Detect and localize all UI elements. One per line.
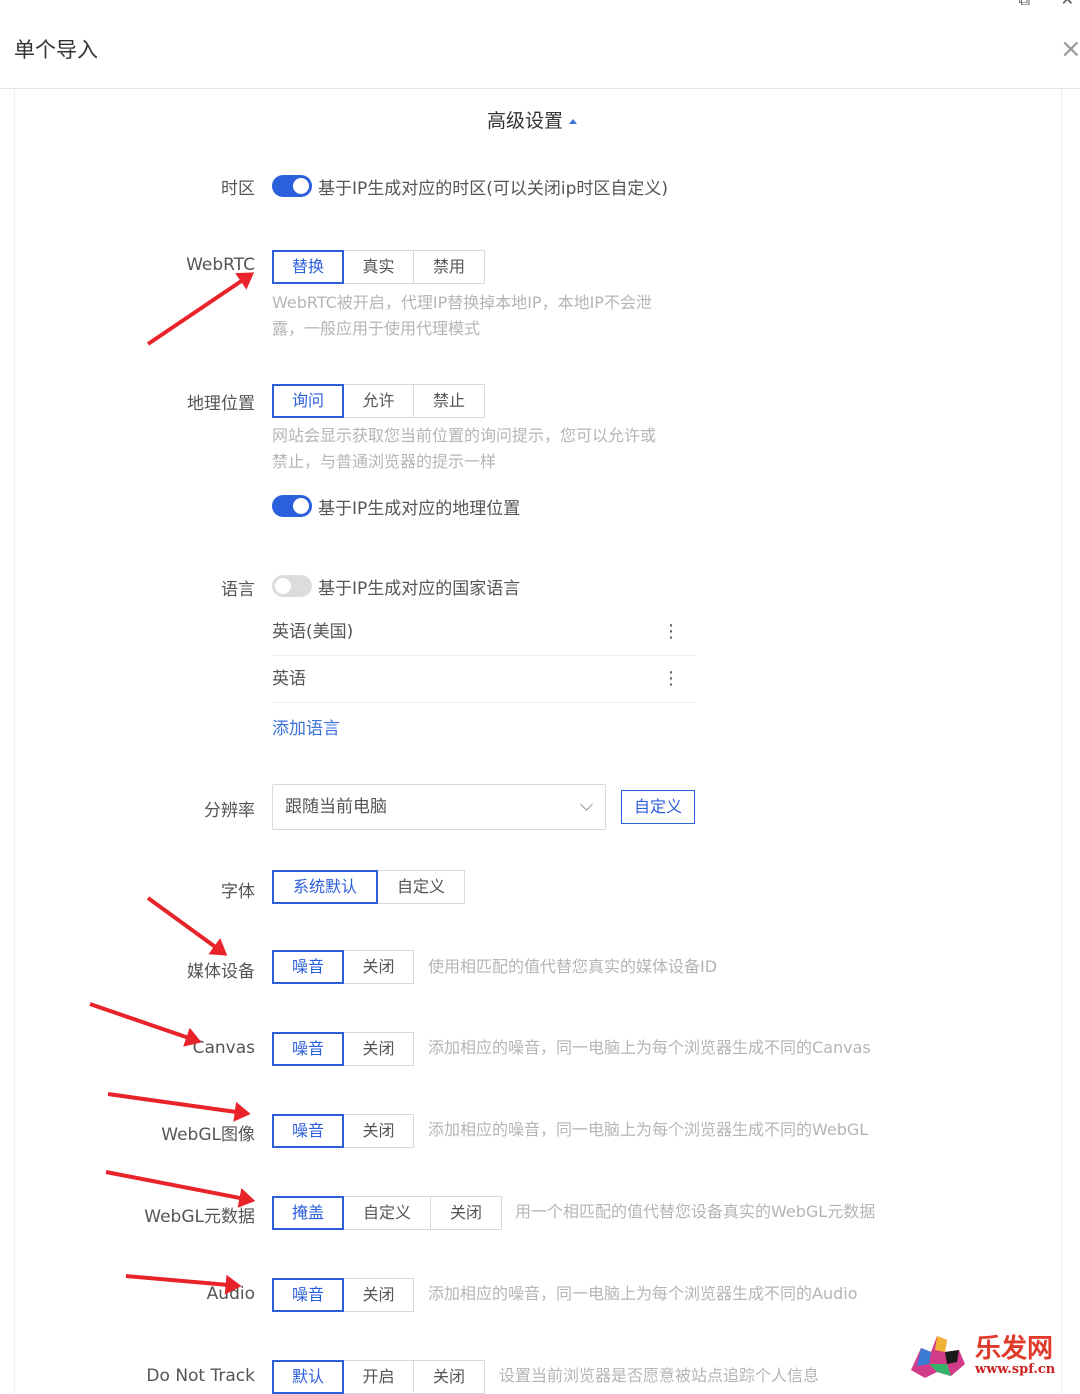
dnt-hint: 设置当前浏览器是否愿意被站点追踪个人信息 bbox=[499, 1366, 820, 1385]
add-language-link[interactable]: 添加语言 bbox=[272, 714, 340, 739]
window-controls: ⧉ ✕ bbox=[1019, 0, 1074, 10]
resolution-label: 分辨率 bbox=[204, 801, 255, 821]
audio-option-noise[interactable]: 噪音 bbox=[272, 1278, 344, 1312]
language-item-label: 英语 bbox=[272, 669, 306, 689]
toggle-knob bbox=[293, 498, 309, 514]
geo-option-ask[interactable]: 询问 bbox=[272, 384, 344, 418]
watermark: 乐发网 www.spf.cn bbox=[855, 1322, 1075, 1390]
close-icon[interactable]: × bbox=[1060, 36, 1080, 62]
window-close-icon[interactable]: ✕ bbox=[1061, 0, 1074, 9]
webgl-image-option-noise[interactable]: 噪音 bbox=[272, 1114, 344, 1148]
resolution-custom-button[interactable]: 自定义 bbox=[621, 790, 695, 824]
language-item[interactable]: 英语(美国) ⋮ bbox=[272, 609, 696, 656]
horse-logo-icon bbox=[911, 1336, 965, 1378]
resolution-select-value: 跟随当前电脑 bbox=[285, 797, 387, 817]
geo-hint-line2: 禁止，与普通浏览器的提示一样 bbox=[272, 452, 497, 471]
dialog-header: ⧉ ✕ 单个导入 × bbox=[0, 0, 1080, 89]
watermark-brand: 乐发网 bbox=[975, 1334, 1054, 1364]
font-segmented: 系统默认 自定义 bbox=[272, 870, 465, 904]
webrtc-option-disable[interactable]: 禁用 bbox=[414, 250, 485, 284]
geo-segmented: 询问 允许 禁止 bbox=[272, 384, 485, 418]
dnt-segmented: 默认 开启 关闭 bbox=[272, 1360, 485, 1394]
font-option-custom[interactable]: 自定义 bbox=[378, 870, 465, 904]
webgl-meta-option-off[interactable]: 关闭 bbox=[431, 1196, 502, 1230]
canvas-segmented: 噪音 关闭 bbox=[272, 1032, 414, 1066]
media-option-noise[interactable]: 噪音 bbox=[272, 950, 344, 984]
webgl-meta-option-custom[interactable]: 自定义 bbox=[344, 1196, 431, 1230]
webrtc-hint: WebRTC被开启，代理IP替换掉本地IP，本地IP不会泄 露，一般应用于使用代… bbox=[272, 290, 652, 342]
resolution-select[interactable]: 跟随当前电脑 bbox=[272, 784, 606, 830]
timezone-toggle[interactable] bbox=[272, 175, 312, 197]
dnt-option-on[interactable]: 开启 bbox=[344, 1360, 414, 1394]
watermark-url: www.spf.cn bbox=[975, 1362, 1056, 1377]
audio-hint: 添加相应的噪音，同一电脑上为每个浏览器生成不同的Audio bbox=[428, 1284, 858, 1303]
geo-hint-line1: 网站会显示获取您当前位置的询问提示，您可以允许或 bbox=[272, 426, 657, 445]
dnt-label: Do Not Track bbox=[146, 1366, 255, 1386]
canvas-option-noise[interactable]: 噪音 bbox=[272, 1032, 344, 1066]
webgl-image-option-off[interactable]: 关闭 bbox=[344, 1114, 414, 1148]
webgl-image-hint: 添加相应的噪音，同一电脑上为每个浏览器生成不同的WebGL bbox=[428, 1120, 869, 1139]
restore-icon[interactable]: ⧉ bbox=[1019, 0, 1030, 9]
toggle-knob bbox=[275, 578, 291, 594]
audio-option-off[interactable]: 关闭 bbox=[344, 1278, 414, 1312]
media-segmented: 噪音 关闭 bbox=[272, 950, 414, 984]
dnt-option-off[interactable]: 关闭 bbox=[414, 1360, 485, 1394]
webgl-meta-segmented: 掩盖 自定义 关闭 bbox=[272, 1196, 502, 1230]
webgl-meta-hint: 用一个相匹配的值代替您设备真实的WebGL元数据 bbox=[515, 1202, 876, 1221]
webgl-image-segmented: 噪音 关闭 bbox=[272, 1114, 414, 1148]
font-label: 字体 bbox=[221, 882, 255, 902]
section-title: 高级设置 bbox=[487, 110, 564, 132]
webrtc-hint-line2: 露，一般应用于使用代理模式 bbox=[272, 319, 481, 338]
language-ip-toggle[interactable] bbox=[272, 575, 312, 597]
more-vertical-icon[interactable]: ⋮ bbox=[662, 656, 680, 702]
geo-option-allow[interactable]: 允许 bbox=[344, 384, 414, 418]
caret-up-icon bbox=[569, 119, 578, 124]
geo-label: 地理位置 bbox=[187, 394, 255, 414]
geo-option-deny[interactable]: 禁止 bbox=[414, 384, 485, 418]
webrtc-segmented: 替换 真实 禁用 bbox=[272, 250, 485, 284]
audio-segmented: 噪音 关闭 bbox=[272, 1278, 414, 1312]
language-item[interactable]: 英语 ⋮ bbox=[272, 656, 696, 703]
canvas-hint: 添加相应的噪音，同一电脑上为每个浏览器生成不同的Canvas bbox=[428, 1038, 871, 1057]
media-hint: 使用相匹配的值代替您真实的媒体设备ID bbox=[428, 957, 718, 976]
advanced-settings-toggle[interactable]: 高级设置 bbox=[487, 106, 578, 133]
timezone-label: 时区 bbox=[221, 179, 255, 199]
geo-toggle-text: 基于IP生成对应的地理位置 bbox=[318, 499, 521, 519]
language-item-label: 英语(美国) bbox=[272, 622, 354, 642]
media-option-off[interactable]: 关闭 bbox=[344, 950, 414, 984]
language-toggle-text: 基于IP生成对应的国家语言 bbox=[318, 579, 521, 599]
webrtc-option-real[interactable]: 真实 bbox=[344, 250, 414, 284]
dialog-title: 单个导入 bbox=[14, 38, 98, 62]
timezone-toggle-text: 基于IP生成对应的时区(可以关闭ip时区自定义) bbox=[318, 179, 669, 199]
geo-ip-toggle[interactable] bbox=[272, 495, 312, 517]
language-label: 语言 bbox=[221, 580, 255, 600]
dnt-option-default[interactable]: 默认 bbox=[272, 1360, 344, 1394]
webgl-meta-option-mask[interactable]: 掩盖 bbox=[272, 1196, 344, 1230]
webrtc-option-replace[interactable]: 替换 bbox=[272, 250, 344, 284]
webgl-image-label: WebGL图像 bbox=[161, 1125, 255, 1145]
geo-hint: 网站会显示获取您当前位置的询问提示，您可以允许或 禁止，与普通浏览器的提示一样 bbox=[272, 423, 656, 475]
canvas-option-off[interactable]: 关闭 bbox=[344, 1032, 414, 1066]
chevron-down-icon bbox=[580, 798, 593, 811]
toggle-knob bbox=[293, 178, 309, 194]
more-vertical-icon[interactable]: ⋮ bbox=[662, 609, 680, 655]
font-option-default[interactable]: 系统默认 bbox=[272, 870, 378, 904]
webrtc-hint-line1: WebRTC被开启，代理IP替换掉本地IP，本地IP不会泄 bbox=[272, 293, 652, 312]
